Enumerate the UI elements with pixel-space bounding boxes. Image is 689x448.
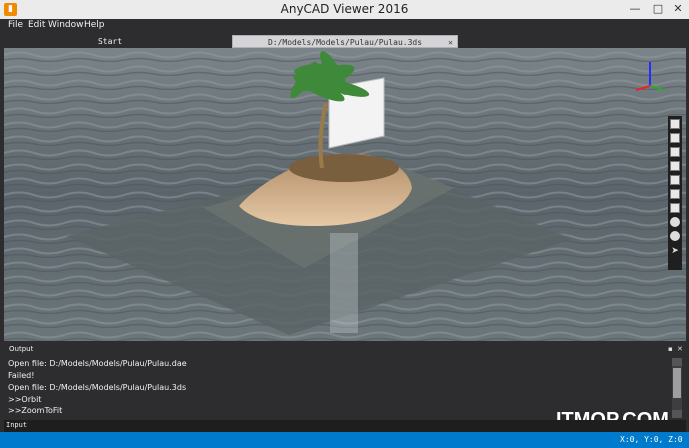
input-label: Input: [6, 421, 28, 429]
output-panel-header: Output ▪ ✕: [4, 344, 686, 355]
tab-start[interactable]: Start: [60, 35, 160, 48]
orbit-icon[interactable]: [670, 231, 680, 241]
close-button[interactable]: ✕: [665, 1, 689, 17]
app-window: ▮ AnyCAD Viewer 2016 — □ ✕ File Edit Win…: [0, 0, 689, 448]
output-line: >>ZoomToFit: [8, 406, 63, 415]
output-line: Open file: D:/Models/Models/Pulau/Pulau.…: [8, 383, 187, 392]
select-cursor-icon[interactable]: ➤: [670, 246, 680, 256]
command-input-bar: Input: [4, 420, 686, 432]
output-line: Failed!: [8, 371, 35, 380]
sand-top: [289, 154, 399, 182]
view-right-icon[interactable]: [670, 175, 680, 185]
window-title: AnyCAD Viewer 2016: [280, 2, 409, 16]
status-bar: X:0, Y:0, Z:0: [0, 432, 689, 448]
tab-pulau-3ds[interactable]: D:/Models/Models/Pulau/Pulau.3ds ✕: [232, 35, 458, 48]
tab-file-label: D:/Models/Models/Pulau/Pulau.3ds: [267, 38, 423, 47]
menu-bar: File Edit Window Help: [0, 19, 689, 34]
scene-render: [4, 48, 686, 341]
document-tab-bar: Start D:/Models/Models/Pulau/Pulau.3ds ✕: [0, 34, 689, 48]
output-line: Open file: D:/Models/Models/Pulau/Pulau.…: [8, 359, 187, 368]
output-scrollbar[interactable]: [672, 358, 682, 418]
cursor-coordinates: X:0, Y:0, Z:0: [620, 435, 683, 444]
view-left-icon[interactable]: [670, 161, 680, 171]
title-bar: ▮ AnyCAD Viewer 2016 — □ ✕: [0, 0, 689, 19]
pin-icon[interactable]: ▪: [668, 345, 673, 353]
scroll-thumb[interactable]: [673, 368, 681, 398]
zoom-fit-icon[interactable]: [670, 217, 680, 227]
output-line: >>Orbit: [8, 395, 42, 404]
menu-file[interactable]: File: [8, 20, 23, 30]
sun-reflection: [330, 233, 358, 333]
menu-help[interactable]: Help: [84, 20, 105, 30]
view-cube-toolbar: ➤: [668, 116, 682, 270]
output-panel-title: Output: [9, 345, 34, 353]
view-iso-icon[interactable]: [670, 203, 680, 213]
scroll-down-icon[interactable]: [672, 410, 682, 418]
scroll-up-icon[interactable]: [672, 358, 682, 366]
view-back-icon[interactable]: [670, 147, 680, 157]
view-bottom-icon[interactable]: [670, 189, 680, 199]
menu-edit[interactable]: Edit: [28, 20, 45, 30]
view-front-icon[interactable]: [670, 133, 680, 143]
3d-viewport[interactable]: [4, 48, 686, 341]
menu-window[interactable]: Window: [48, 20, 84, 30]
output-close-icon[interactable]: ✕: [677, 345, 683, 353]
view-top-icon[interactable]: [670, 119, 680, 129]
command-input[interactable]: [34, 420, 682, 432]
